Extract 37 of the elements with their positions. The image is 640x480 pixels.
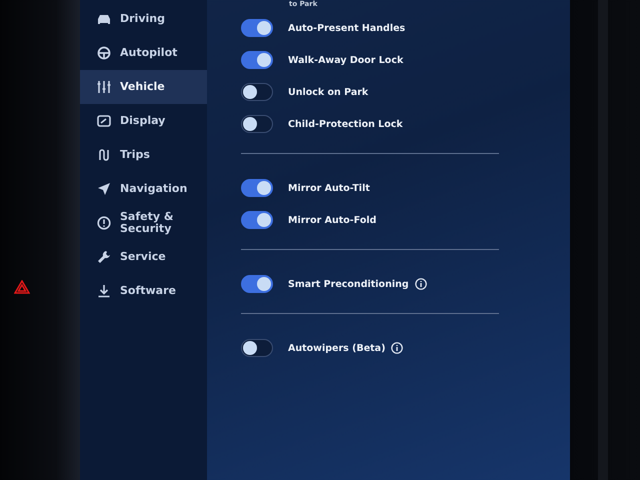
sidebar-item[interactable]: Trips	[80, 138, 207, 172]
steering-wheel-icon	[97, 46, 111, 60]
car-icon	[97, 12, 111, 26]
navigation-arrow-icon	[97, 182, 111, 196]
display-icon	[97, 114, 111, 128]
sidebar-item[interactable]: Vehicle	[80, 70, 207, 104]
setting-label: Child-Protection Lock	[288, 118, 403, 130]
info-icon[interactable]	[414, 278, 427, 290]
wrench-icon	[97, 250, 111, 264]
hazard-icon[interactable]	[14, 280, 30, 294]
setting-label: Unlock on Park	[288, 86, 368, 98]
toggle-switch[interactable]	[241, 211, 273, 229]
setting-label: Mirror Auto-Fold	[288, 214, 376, 226]
toggle-switch[interactable]	[241, 339, 273, 357]
setting-label: Autowipers (Beta)	[288, 342, 386, 354]
sidebar-item[interactable]: Driving	[80, 2, 207, 36]
toggle-switch[interactable]	[241, 275, 273, 293]
toggle-switch[interactable]	[241, 115, 273, 133]
toggle-switch[interactable]	[241, 83, 273, 101]
sidebar-item[interactable]: Software	[80, 274, 207, 308]
download-icon	[97, 284, 111, 298]
sidebar-item[interactable]: Display	[80, 104, 207, 138]
info-icon[interactable]	[391, 342, 404, 354]
toggle-switch[interactable]	[241, 179, 273, 197]
sidebar-item[interactable]: Service	[80, 240, 207, 274]
setting-label: Mirror Auto-Tilt	[288, 182, 370, 194]
setting-label: Walk-Away Door Lock	[288, 54, 404, 66]
route-icon	[97, 148, 111, 162]
toggle-switch[interactable]	[241, 19, 273, 37]
exclamation-circle-icon	[97, 216, 111, 230]
sidebar-item[interactable]: Safety & Security	[80, 206, 207, 240]
setting-label: Smart Preconditioning	[288, 278, 409, 290]
setting-label: Auto-Present Handles	[288, 22, 406, 34]
toggle-switch[interactable]	[241, 51, 273, 69]
sidebar-item[interactable]: Autopilot	[80, 36, 207, 70]
sidebar-item[interactable]: Navigation	[80, 172, 207, 206]
sliders-icon	[97, 80, 111, 94]
